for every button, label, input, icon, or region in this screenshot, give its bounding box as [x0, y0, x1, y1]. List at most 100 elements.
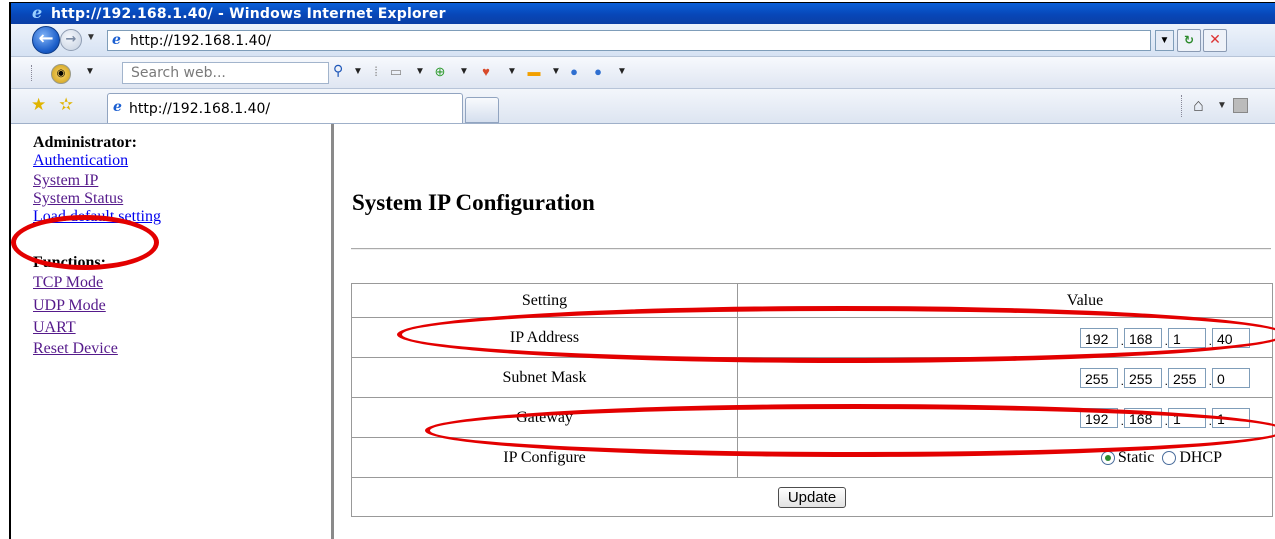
gateway-octet-1-input[interactable]: 192	[1080, 407, 1118, 428]
messenger-icon[interactable]: ♥	[477, 63, 495, 81]
navigation-bar: ← → ▼ e http://192.168.1.40/ ▼ ↻ ✕	[11, 24, 1275, 57]
mask-octet-2-input[interactable]: 255	[1124, 367, 1162, 388]
home-icon[interactable]: ⌂	[1193, 95, 1204, 116]
main-panel: System IP Configuration Setting Value IP…	[351, 124, 1275, 539]
gateway-octet-3-input[interactable]: 1	[1168, 407, 1206, 428]
sidebar-item-udp-mode[interactable]: UDP Mode	[33, 297, 106, 315]
table-row: IP Address 192. 168. 1. 40	[351, 317, 1273, 358]
gateway-field: 192. 168. 1. 1	[737, 397, 1273, 438]
toolbar-grip	[1181, 95, 1183, 117]
tab-bar: ★ ✫ e http://192.168.1.40/ ⌂ ▼	[11, 89, 1275, 124]
refresh-icon: ↻	[1183, 33, 1195, 47]
back-button[interactable]: ←	[32, 26, 60, 54]
ip-octet-3-input[interactable]: 1	[1168, 327, 1206, 348]
chevron-down-icon[interactable]: ▼	[85, 66, 95, 77]
chevron-down-icon[interactable]: ▼	[415, 66, 425, 77]
table-row: Update	[351, 477, 1273, 517]
go-icon[interactable]: ●	[565, 63, 583, 81]
page-ie-icon: e	[113, 99, 122, 115]
add-icon[interactable]: ⊕	[431, 63, 449, 81]
update-row: Update	[351, 477, 1273, 517]
highlight-icon[interactable]: ▬	[525, 63, 543, 81]
feeds-icon[interactable]	[1233, 98, 1248, 113]
address-input[interactable]: http://192.168.1.40/	[130, 33, 271, 49]
page-content: Administrator: Authentication System IP …	[11, 124, 1275, 539]
chevron-down-icon[interactable]: ▼	[1217, 100, 1227, 111]
settings-table: Setting Value IP Address 192. 168. 1. 40 Su…	[351, 283, 1273, 517]
close-icon: ✕	[1209, 32, 1221, 48]
sidebar-item-system-ip[interactable]: System IP	[33, 172, 98, 190]
favorites-star-icon[interactable]: ★	[31, 95, 46, 115]
mask-octet-3-input[interactable]: 255	[1168, 367, 1206, 388]
toolbar-separator-icon: ⁞	[374, 64, 378, 79]
sidebar-item-system-status[interactable]: System Status	[33, 190, 123, 208]
update-button[interactable]: Update	[777, 486, 847, 508]
setting-label-ip-configure: IP Configure	[351, 437, 738, 478]
mask-octet-4-input[interactable]: 0	[1212, 367, 1250, 388]
window-title: http://192.168.1.40/ - Windows Internet …	[51, 6, 446, 22]
setting-label-gateway: Gateway	[351, 397, 738, 438]
admin-heading: Administrator:	[33, 134, 137, 151]
subnet-mask-field: 255. 255. 255. 0	[737, 357, 1273, 398]
setting-label-subnet-mask: Subnet Mask	[351, 357, 738, 398]
stop-button[interactable]: ✕	[1203, 29, 1227, 52]
table-row: IP Configure Static DHCP	[351, 437, 1273, 478]
chevron-down-icon[interactable]: ▼	[507, 66, 517, 77]
dhcp-radio[interactable]	[1162, 450, 1177, 465]
sidebar-item-tcp-mode[interactable]: TCP Mode	[33, 274, 103, 292]
recent-pages-dropdown-icon[interactable]: ▼	[86, 32, 96, 43]
sidebar-item-load-default-setting[interactable]: Load default setting	[33, 208, 161, 226]
static-radio-label[interactable]: Static	[1118, 449, 1154, 466]
setting-label-ip-address: IP Address	[351, 317, 738, 358]
search-icon[interactable]: ⚲	[333, 63, 351, 81]
ip-configure-field: Static DHCP	[737, 437, 1273, 478]
address-dropdown-button[interactable]: ▼	[1155, 30, 1174, 51]
ip-address-field: 192. 168. 1. 40	[737, 317, 1273, 358]
forward-arrow-icon: →	[65, 32, 77, 47]
sidebar-item-uart[interactable]: UART	[33, 319, 76, 337]
page-title: System IP Configuration	[352, 190, 595, 215]
chevron-down-icon[interactable]: ▼	[551, 66, 561, 77]
gateway-octet-4-input[interactable]: 1	[1212, 407, 1250, 428]
page-icon[interactable]: ▭	[387, 63, 405, 81]
search-provider-icon[interactable]: ◉	[51, 64, 71, 84]
column-header-setting: Setting	[351, 283, 738, 318]
ip-octet-1-input[interactable]: 192	[1080, 327, 1118, 348]
table-row: Gateway 192. 168. 1. 1	[351, 397, 1273, 438]
chevron-down-icon[interactable]: ▼	[617, 66, 627, 77]
add-favorite-icon[interactable]: ✫	[59, 95, 73, 115]
search-placeholder: Search web...	[131, 65, 226, 81]
ie-logo-icon: e	[32, 3, 43, 22]
title-bar: e http://192.168.1.40/ - Windows Interne…	[11, 3, 1275, 24]
tab-current-page[interactable]: e http://192.168.1.40/	[107, 93, 463, 123]
sidebar-item-authentication[interactable]: Authentication	[33, 152, 128, 170]
divider	[351, 248, 1271, 250]
tab-label: http://192.168.1.40/	[129, 101, 271, 117]
refresh-button[interactable]: ↻	[1177, 29, 1201, 52]
forward-button[interactable]: →	[60, 29, 82, 51]
browser-window: e http://192.168.1.40/ - Windows Interne…	[9, 2, 1275, 539]
toolbar-grip[interactable]	[31, 65, 35, 81]
ip-octet-2-input[interactable]: 168	[1124, 327, 1162, 348]
help-icon[interactable]: ●	[589, 63, 607, 81]
dhcp-radio-label[interactable]: DHCP	[1179, 449, 1222, 466]
address-bar[interactable]: e http://192.168.1.40/	[107, 30, 1151, 51]
sidebar: Administrator: Authentication System IP …	[11, 124, 334, 539]
static-radio[interactable]	[1100, 450, 1115, 465]
chevron-down-icon: ▼	[1159, 35, 1170, 46]
search-toolbar: ◉ ▼ Search web... ⚲ ▼ ⁞ ▭ ▼ ⊕ ▼ ♥ ▼ ▬ ▼ …	[11, 57, 1275, 89]
new-tab-button[interactable]	[465, 97, 499, 123]
page-ie-icon: e	[112, 32, 121, 48]
chevron-down-icon[interactable]: ▼	[459, 66, 469, 77]
ip-octet-4-input[interactable]: 40	[1212, 327, 1250, 348]
back-arrow-icon: ←	[38, 28, 54, 49]
table-row: Subnet Mask 255. 255. 255. 0	[351, 357, 1273, 398]
mask-octet-1-input[interactable]: 255	[1080, 367, 1118, 388]
chevron-down-icon[interactable]: ▼	[353, 66, 363, 77]
gateway-octet-2-input[interactable]: 168	[1124, 407, 1162, 428]
column-header-value: Value	[737, 283, 1273, 318]
search-input[interactable]: Search web...	[122, 62, 329, 84]
sidebar-item-reset-device[interactable]: Reset Device	[33, 340, 118, 358]
functions-heading: Functions:	[33, 254, 106, 271]
table-header-row: Setting Value	[351, 283, 1273, 318]
